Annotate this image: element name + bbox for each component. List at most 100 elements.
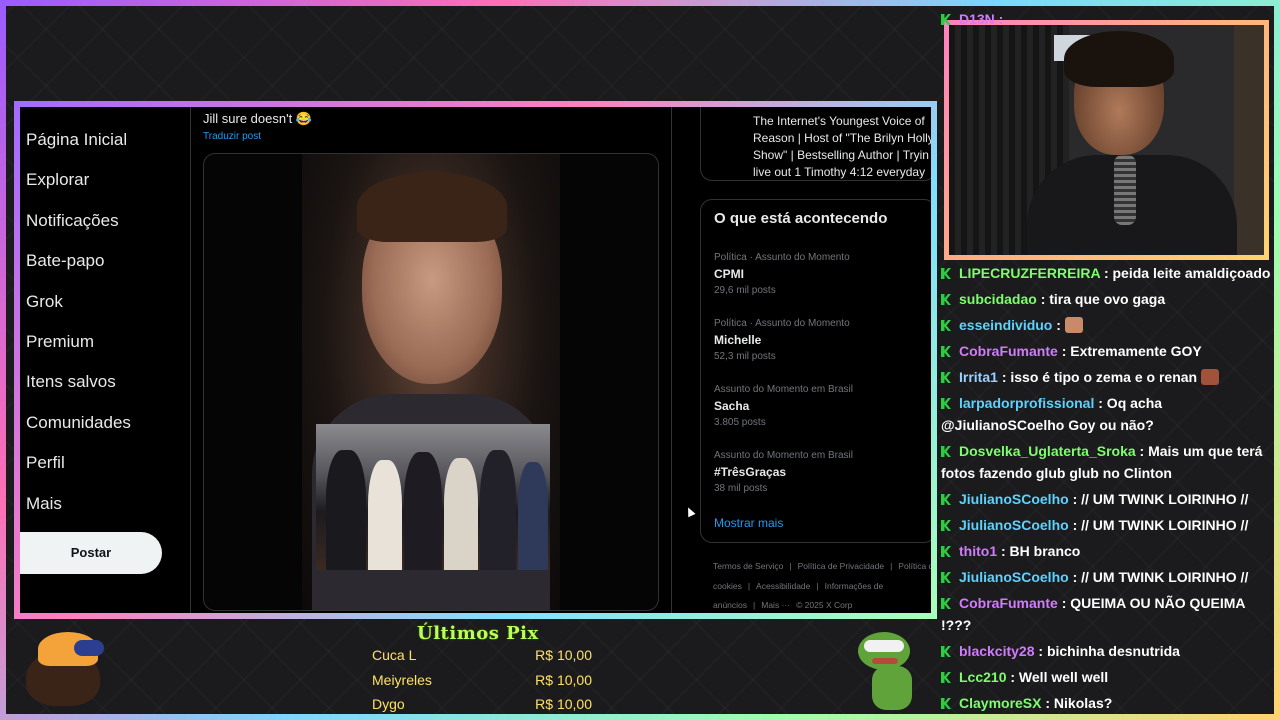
chat-message: Dosvelka_Uglaterta_Sroka : Mais um que t… bbox=[941, 440, 1271, 484]
nav-item[interactable]: Página Inicial bbox=[22, 125, 192, 165]
trend-item[interactable]: Assunto do Momento em Brasil Sacha 3.805 p… bbox=[714, 384, 924, 428]
pepe-mascot bbox=[858, 632, 920, 712]
kick-badge-icon bbox=[941, 672, 951, 683]
chat-username[interactable]: JiulianoSCoelho bbox=[959, 569, 1069, 585]
footer-link[interactable]: Mais ··· bbox=[761, 600, 790, 610]
chat-username[interactable]: ClaymoreSX bbox=[959, 695, 1041, 711]
chat-username[interactable]: larpadorprofissional bbox=[959, 395, 1094, 411]
bookshelf bbox=[1234, 25, 1264, 255]
chat-panel: LIPECRUZFERREIRA : peida leite amaldiçoa… bbox=[941, 262, 1271, 718]
chat-username[interactable]: blackcity28 bbox=[959, 643, 1035, 659]
tips-list: Cuca L R$ 10,00 Meiyreles R$ 10,00 Dygo R$ 10… bbox=[372, 644, 592, 718]
show-more-link[interactable]: Mostrar mais bbox=[714, 516, 783, 530]
trends-title: O que está acontecendo bbox=[714, 210, 888, 227]
chat-username[interactable]: CobraFumante bbox=[959, 595, 1058, 611]
trend-name: Sacha bbox=[714, 399, 750, 413]
trend-name: #TrêsGraças bbox=[714, 465, 787, 479]
chat-message: JiulianoSCoelho : // UM TWINK LOIRINHO /… bbox=[941, 514, 1271, 536]
trend-category: Assunto do Momento em Brasil bbox=[714, 450, 853, 461]
nav-item[interactable]: Notificações bbox=[22, 206, 192, 246]
kick-badge-icon bbox=[941, 268, 951, 279]
nav-item[interactable]: Explorar bbox=[22, 165, 192, 205]
nav-item[interactable]: Comunidades bbox=[22, 408, 192, 448]
chat-text: : peida leite amaldiçoado bbox=[1103, 265, 1271, 281]
footer-link[interactable]: © 2025 X Corp bbox=[796, 600, 852, 610]
mascot-character bbox=[26, 630, 108, 706]
trend-item[interactable]: Política · Assunto do Momento CPMI 29,6 mi… bbox=[714, 252, 924, 296]
browser-capture: Página Inicial Explorar Notificações Bate-p… bbox=[14, 101, 937, 619]
nav-item[interactable]: Premium bbox=[22, 327, 192, 367]
tip-name: Dygo bbox=[372, 696, 405, 712]
footer-link[interactable]: | bbox=[748, 581, 750, 591]
footer-link[interactable]: | bbox=[890, 561, 892, 571]
chat-message: larpadorprofissional : Oq acha @Jiuliano… bbox=[941, 392, 1271, 436]
profile-bio: The Internet's Youngest Voice of Reason … bbox=[753, 114, 931, 179]
chat-text: : // UM TWINK LOIRINHO // bbox=[1072, 517, 1249, 533]
chat-username[interactable]: JiulianoSCoelho bbox=[959, 491, 1069, 507]
chat-text: : Extremamente GOY bbox=[1061, 343, 1202, 359]
chat-emote-icon bbox=[1064, 317, 1083, 333]
kick-badge-icon bbox=[941, 446, 951, 457]
chat-username[interactable]: Lcc210 bbox=[959, 669, 1006, 685]
chat-text: : BH branco bbox=[1001, 543, 1081, 559]
kick-badge-icon bbox=[941, 598, 951, 609]
tip-row: Meiyreles R$ 10,00 bbox=[372, 669, 592, 694]
footer-link[interactable]: Acessibilidade bbox=[756, 581, 810, 591]
chat-username[interactable]: Dosvelka_Uglaterta_Sroka bbox=[959, 443, 1136, 459]
trend-category: Assunto do Momento em Brasil bbox=[714, 384, 853, 395]
kick-badge-icon bbox=[941, 520, 951, 531]
trend-item[interactable]: Assunto do Momento em Brasil #TrêsGraças 3… bbox=[714, 450, 924, 494]
nav-item[interactable]: Perfil bbox=[22, 448, 192, 488]
nav-item[interactable]: Mais bbox=[22, 489, 192, 529]
video-subject-hair bbox=[357, 172, 507, 242]
kick-badge-icon bbox=[941, 572, 951, 583]
microphone bbox=[1114, 155, 1136, 225]
mouse-cursor bbox=[684, 505, 696, 518]
footer-link[interactable]: Termos de Serviço bbox=[713, 561, 783, 571]
webcam-frame bbox=[944, 20, 1269, 260]
chat-username[interactable]: subcidadao bbox=[959, 291, 1037, 307]
chat-username[interactable]: Irrita1 bbox=[959, 369, 998, 385]
kick-badge-icon bbox=[941, 14, 951, 25]
nav-item[interactable]: Bate-papo bbox=[22, 246, 192, 286]
chat-username[interactable]: CobraFumante bbox=[959, 343, 1058, 359]
chat-message: Irrita1 : isso é tipo o zema e o renan bbox=[941, 366, 1271, 388]
kick-badge-icon bbox=[941, 494, 951, 505]
kick-badge-icon bbox=[941, 320, 951, 331]
footer-link[interactable]: | bbox=[789, 561, 791, 571]
x-twitter-page: Página Inicial Explorar Notificações Bate-p… bbox=[20, 107, 931, 613]
chat-text: : bbox=[1056, 317, 1061, 333]
webcam-feed bbox=[949, 25, 1264, 255]
trend-category: Política · Assunto do Momento bbox=[714, 318, 850, 329]
chat-username[interactable]: JiulianoSCoelho bbox=[959, 517, 1069, 533]
chat-message: JiulianoSCoelho : // UM TWINK LOIRINHO /… bbox=[941, 488, 1271, 510]
trend-name: Michelle bbox=[714, 333, 762, 347]
kick-badge-icon bbox=[941, 698, 951, 709]
tweet-video[interactable] bbox=[203, 153, 659, 611]
trends-panel: O que está acontecendo Mostrar mais Polí… bbox=[700, 199, 931, 543]
trend-item[interactable]: Política · Assunto do Momento Michelle 52,… bbox=[714, 318, 924, 362]
tip-name: Meiyreles bbox=[372, 671, 432, 688]
trend-count: 52,3 mil posts bbox=[714, 351, 776, 362]
streamer-hair bbox=[1064, 31, 1174, 87]
chat-message: CobraFumante : Extremamente GOY bbox=[941, 340, 1271, 362]
kick-badge-icon bbox=[941, 294, 951, 305]
profile-card: The Internet's Youngest Voice of Reason … bbox=[700, 107, 931, 181]
kick-badge-icon bbox=[941, 398, 951, 409]
chat-username[interactable]: LIPECRUZFERREIRA bbox=[959, 265, 1100, 281]
nav-item[interactable]: Grok bbox=[22, 287, 192, 327]
footer-link[interactable]: | bbox=[816, 581, 818, 591]
nav-item[interactable]: Itens salvos bbox=[22, 367, 192, 407]
kick-badge-icon bbox=[941, 646, 951, 657]
kick-badge-icon bbox=[941, 546, 951, 557]
translate-post-link[interactable]: Traduzir post bbox=[203, 131, 261, 142]
left-nav: Página Inicial Explorar Notificações Bate-p… bbox=[22, 125, 192, 529]
chat-username[interactable]: esseindividuo bbox=[959, 317, 1052, 333]
chat-text: : // UM TWINK LOIRINHO // bbox=[1072, 569, 1249, 585]
post-button[interactable]: Postar bbox=[20, 532, 162, 574]
footer-link[interactable]: Política de Privacidade bbox=[798, 561, 884, 571]
chat-username[interactable]: thito1 bbox=[959, 543, 997, 559]
trend-count: 3.805 posts bbox=[714, 417, 766, 428]
footer-link[interactable]: | bbox=[753, 600, 755, 610]
chat-text: : Nikolas? bbox=[1045, 695, 1113, 711]
